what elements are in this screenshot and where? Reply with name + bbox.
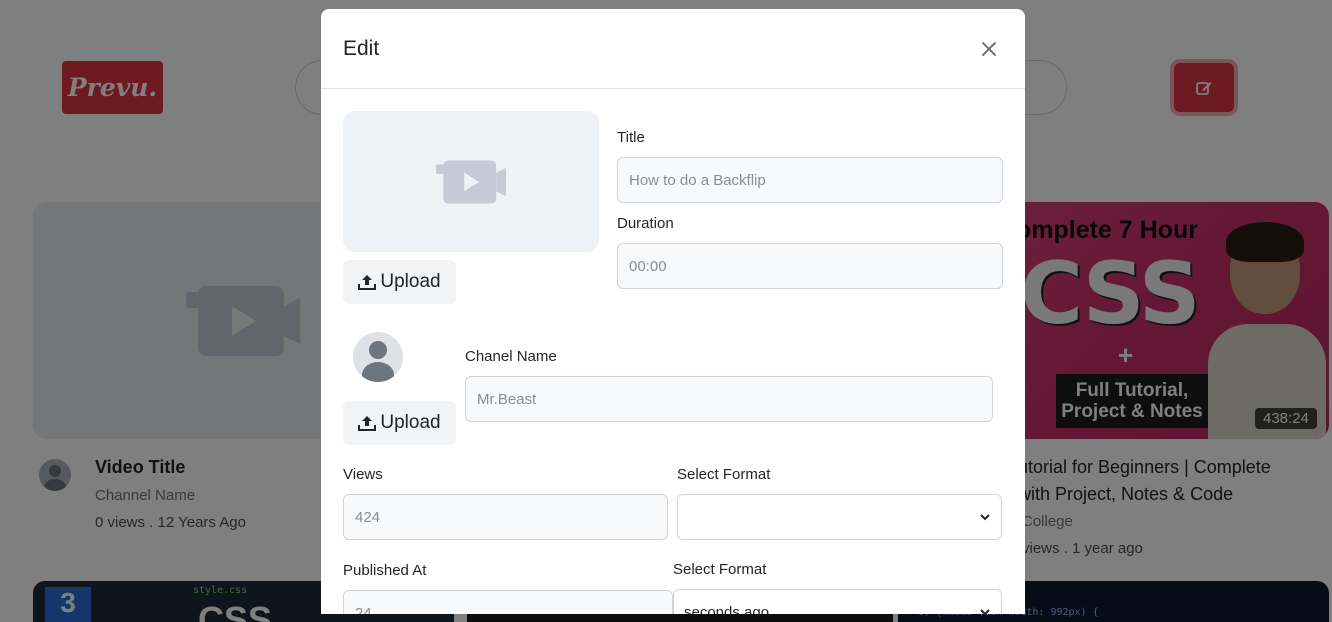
upload-label: Upload xyxy=(380,271,441,292)
format-select[interactable] xyxy=(677,494,1002,540)
modal-title: Edit xyxy=(343,36,380,60)
upload-thumbnail-button[interactable]: Upload xyxy=(343,260,456,304)
select-format-label: Select Format xyxy=(673,561,767,578)
thumbnail-preview xyxy=(343,111,599,252)
edit-modal: Edit Upload Title Duration xyxy=(321,9,1025,614)
views-input[interactable] xyxy=(343,494,668,540)
duration-label: Duration xyxy=(617,215,674,232)
views-label: Views xyxy=(343,466,383,483)
upload-icon xyxy=(358,416,377,431)
time-unit-select[interactable]: seconds ago xyxy=(673,589,1002,614)
title-input[interactable] xyxy=(617,157,1003,203)
published-at-input[interactable] xyxy=(343,590,673,614)
modal-header: Edit xyxy=(321,9,1025,89)
channel-name-input[interactable] xyxy=(465,376,993,422)
close-icon xyxy=(982,41,996,56)
duration-input[interactable] xyxy=(617,243,1003,289)
published-at-label: Published At xyxy=(343,562,427,579)
channel-avatar xyxy=(353,332,403,382)
channel-name-label: Chanel Name xyxy=(465,348,557,365)
chevron-down-icon xyxy=(980,609,990,614)
title-label: Title xyxy=(617,129,645,146)
upload-label: Upload xyxy=(380,412,441,433)
chevron-down-icon xyxy=(980,514,990,521)
video-camera-icon xyxy=(436,160,506,203)
time-unit-select-value: seconds ago xyxy=(684,603,770,615)
upload-avatar-button[interactable]: Upload xyxy=(343,401,456,445)
upload-icon xyxy=(358,275,377,290)
modal-body: Upload Title Duration Upload Chanel Name… xyxy=(321,89,1025,614)
select-format-label: Select Format xyxy=(677,466,771,483)
close-button[interactable] xyxy=(975,35,1003,63)
